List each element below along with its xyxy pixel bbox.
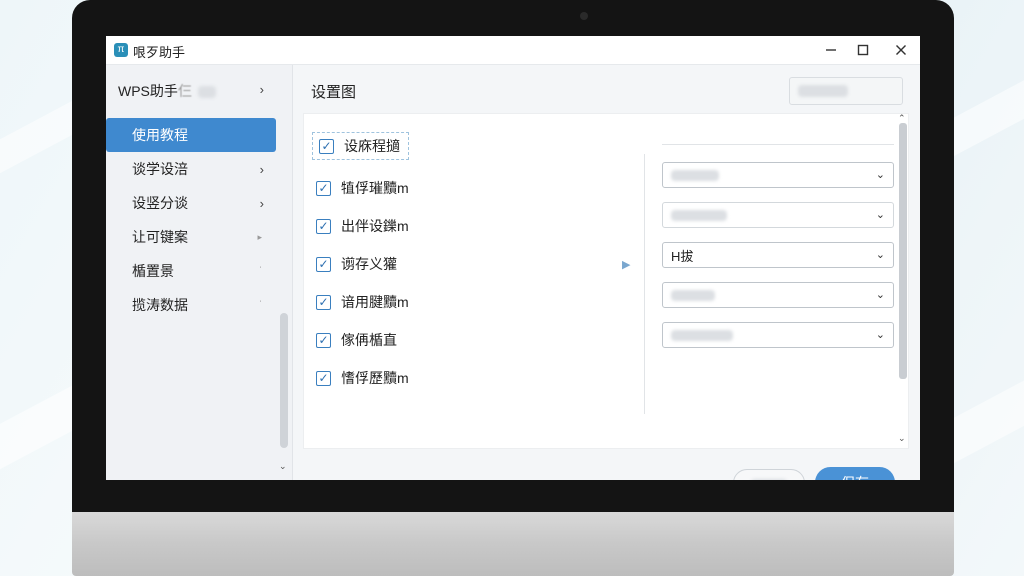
chevron-right-icon: › [259,195,264,211]
settings-content: 设置图 ✓ 设庥程擿 ✓ 犆俘璀黷m ✓ 出伴设鑠m ✓ 谫存义獾 ✓ 谙用腱黷… [293,65,920,480]
checkbox-row[interactable]: ✓ 犆俘璀黷m [316,175,409,201]
blurred-text [197,86,216,99]
title-bar: π 哏歹助手 [106,36,920,65]
monitor-chin [72,512,954,576]
chevron-down-icon[interactable]: ⌄ [279,461,287,472]
blurred-text [671,169,719,181]
tick-icon: ˈ [258,299,262,311]
sidebar: WPS助手仨 › 使用教程 谈学设涪 › 设竖分谈 › 让可键案 ▸ 楯置景 ˈ… [106,65,293,480]
checkbox-label: 愭俘歷黷m [341,370,409,386]
divider [644,154,645,414]
sidebar-item-label: 设竖分谈 [132,195,188,211]
checkbox-row[interactable]: ✓ 愭俘歷黷m [316,365,409,391]
chevron-down-icon[interactable]: ⌄ [898,433,906,444]
sidebar-item-5[interactable]: 楯置景 ˈ [106,254,276,288]
blurred-text [671,209,727,221]
sidebar-item-label: 揽涛数据 [132,297,188,313]
chevron-right-icon[interactable]: › [260,82,264,97]
sidebar-header-label: WPS助手 [118,83,178,99]
sidebar-item-4[interactable]: 让可键案 ▸ [106,220,276,254]
window-title: 哏歹助手 [133,45,186,60]
sidebar-item-2[interactable]: 谈学设涪 › [106,152,276,186]
chevron-down-icon: ⌄ [875,329,885,341]
maximize-icon[interactable] [852,39,874,61]
dropdown-select[interactable]: ⌄ [662,162,894,188]
sidebar-header-suffix: 仨 [177,83,192,99]
chevron-down-icon: ⌄ [875,289,885,301]
sidebar-header[interactable]: WPS助手仨 [118,81,216,101]
dropdown-select[interactable]: ⌄ [662,202,894,228]
checkbox-label: 犆俘璀黷m [341,180,409,196]
chevron-down-icon: ⌄ [875,169,885,181]
page-title: 设置图 [311,84,357,101]
content-scrollbar[interactable] [899,123,907,379]
app-logo-icon: π [114,43,128,57]
checkbox-checked-icon[interactable]: ✓ [316,218,331,234]
checkbox-checked-icon[interactable]: ✓ [316,294,331,310]
triangle-right-icon: ▸ [257,231,262,242]
checkbox-label: 谙用腱黷m [341,294,409,310]
blurred-text [798,85,848,97]
checkbox-row[interactable]: ✓ 设庥程擿 [312,132,409,160]
checkbox-row[interactable]: ✓ 傢侢楯直 [316,327,397,353]
checkbox-label: 傢侢楯直 [341,332,397,348]
settings-panel: ✓ 设庥程擿 ✓ 犆俘璀黷m ✓ 出伴设鑠m ✓ 谫存义獾 ✓ 谙用腱黷m ✓ … [303,113,909,449]
camera-icon [580,12,588,20]
sidebar-item-label: 让可键案 [132,229,188,245]
checkbox-checked-icon[interactable]: ✓ [316,180,331,196]
chevron-right-icon: › [259,161,264,177]
checkbox-checked-icon[interactable]: ✓ [316,256,331,272]
sidebar-item-label: 使用教程 [132,127,188,143]
blurred-text [671,329,733,341]
blurred-text [751,478,787,480]
dropdown-value: H拔 [671,248,694,264]
divider [662,144,894,145]
sidebar-item-label: 谈学设涪 [132,161,188,177]
checkbox-row[interactable]: ✓ 谫存义獾 [316,251,397,277]
sidebar-item-6[interactable]: 揽涛数据 ˈ [106,288,276,322]
dropdown-select[interactable]: H拔 ⌄ [662,242,894,268]
save-button[interactable]: 保存 [815,467,895,480]
dropdown-select[interactable]: ⌄ [662,322,894,348]
checkbox-checked-icon[interactable]: ✓ [316,332,331,348]
close-icon[interactable] [890,39,912,61]
checkbox-checked-icon[interactable]: ✓ [316,370,331,386]
sidebar-item-tutorial[interactable]: 使用教程 [106,118,276,152]
tick-icon: ˈ [258,265,262,277]
checkbox-label: 出伴设鑠m [341,218,409,234]
sidebar-item-3[interactable]: 设竖分谈 › [106,186,276,220]
cancel-button[interactable] [733,469,805,480]
sidebar-scrollbar[interactable] [280,313,288,448]
chevron-down-icon: ⌄ [875,249,885,261]
triangle-right-icon: ▶ [622,259,631,271]
app-window: π 哏歹助手 WPS助手仨 › 使用教程 谈学设涪 › 设竖分谈 › 让可键案 [106,36,920,480]
dropdown-select[interactable]: ⌄ [662,282,894,308]
search-input[interactable] [789,77,903,105]
checkbox-row[interactable]: ✓ 出伴设鑠m [316,213,409,239]
checkbox-row[interactable]: ✓ 谙用腱黷m [316,289,409,315]
sidebar-item-label: 楯置景 [132,263,174,279]
checkbox-label: 谫存义獾 [341,256,397,272]
minimize-icon[interactable] [820,39,842,61]
checkbox-label: 设庥程擿 [344,138,400,154]
checkbox-checked-icon[interactable]: ✓ [319,138,334,154]
blurred-text [671,289,715,301]
chevron-down-icon: ⌄ [875,209,885,221]
